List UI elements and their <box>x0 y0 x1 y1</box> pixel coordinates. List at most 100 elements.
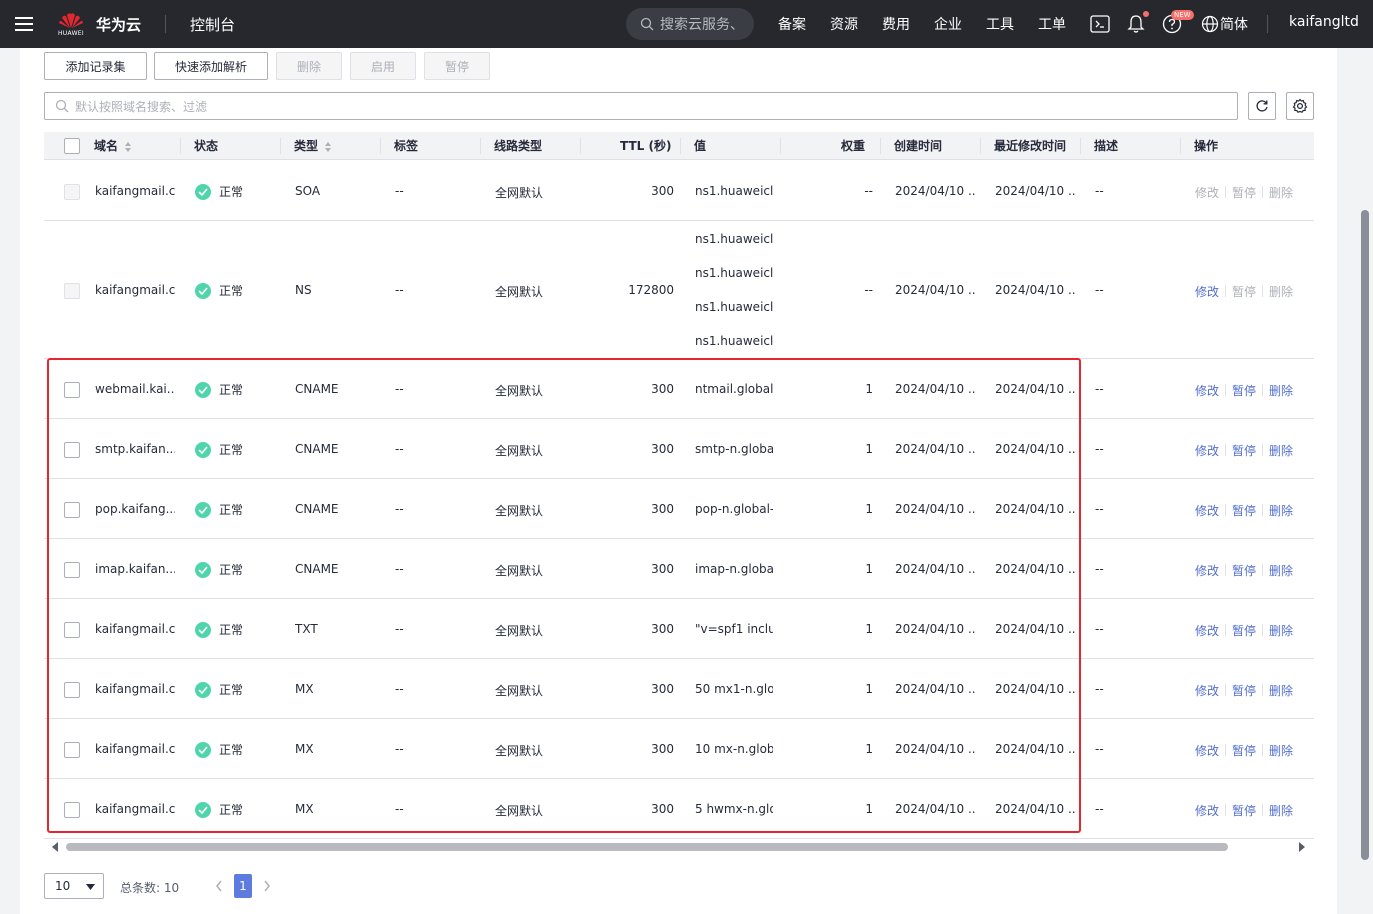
col-line: 线路类型 <box>494 139 543 153</box>
cell-weight: 1 <box>865 382 873 396</box>
cell-status: 正常 <box>219 623 244 637</box>
sort-icon[interactable] <box>124 141 132 153</box>
delete-button[interactable]: 删除 <box>1269 562 1293 579</box>
pause-button[interactable]: 暂停 <box>1232 382 1256 399</box>
delete-button[interactable]: 删除 <box>1269 184 1293 201</box>
cell-value: pop-n.global-m <box>695 502 773 516</box>
nav-tools[interactable]: 工具 <box>986 14 1014 34</box>
user-account[interactable]: kaifangltd <box>1289 14 1359 30</box>
refresh-button[interactable] <box>1248 92 1276 120</box>
pause-button[interactable]: 暂停 <box>1232 682 1256 699</box>
pause-button[interactable]: 暂停 <box>1232 562 1256 579</box>
cell-description: -- <box>1095 802 1104 816</box>
page-size-select[interactable]: 10 <box>44 873 104 899</box>
edit-button[interactable]: 修改 <box>1195 184 1219 201</box>
edit-button[interactable]: 修改 <box>1195 802 1219 819</box>
pause-button[interactable]: 暂停 <box>1232 283 1256 300</box>
nav-tickets[interactable]: 工单 <box>1038 14 1066 34</box>
scroll-left-icon[interactable] <box>51 842 59 852</box>
col-domain[interactable]: 域名 <box>94 132 132 160</box>
nav-resources[interactable]: 资源 <box>830 14 858 34</box>
cell-line: 全网默认 <box>495 804 544 818</box>
cell-type: SOA <box>295 184 321 198</box>
col-weight: 权重 <box>841 139 866 153</box>
cell-tag: -- <box>395 562 404 576</box>
cell-domain: kaifangmail.cn <box>95 184 175 198</box>
delete-button[interactable]: 删除 <box>1269 382 1293 399</box>
delete-button[interactable]: 删除 <box>1269 802 1293 819</box>
row-checkbox[interactable] <box>64 742 80 758</box>
delete-button[interactable]: 删除 <box>1269 622 1293 639</box>
console-link[interactable]: 控制台 <box>190 14 235 35</box>
vertical-scrollbar[interactable] <box>1357 48 1373 914</box>
sort-icon[interactable] <box>324 141 332 153</box>
edit-button[interactable]: 修改 <box>1195 283 1219 300</box>
cell-created: 2024/04/10 ... <box>895 283 975 297</box>
edit-button[interactable]: 修改 <box>1195 682 1219 699</box>
cell-ttl: 300 <box>651 502 674 516</box>
pause-button[interactable]: 暂停 <box>1232 742 1256 759</box>
language-selector[interactable]: 简体 <box>1220 14 1248 34</box>
pause-button[interactable]: 暂停 <box>1232 184 1256 201</box>
pause-button[interactable]: 暂停 <box>1232 442 1256 459</box>
row-checkbox[interactable] <box>64 802 80 818</box>
horizontal-scroll-thumb[interactable] <box>66 843 1228 851</box>
huawei-logo[interactable]: HUAWEI 华为云 <box>56 9 141 39</box>
cell-ttl: 300 <box>651 562 674 576</box>
delete-button[interactable]: 删除 <box>1269 742 1293 759</box>
vertical-scroll-thumb[interactable] <box>1361 210 1369 860</box>
pause-button[interactable]: 暂停 <box>1232 802 1256 819</box>
cell-status: 正常 <box>219 284 244 298</box>
edit-button[interactable]: 修改 <box>1195 562 1219 579</box>
nav-enterprise[interactable]: 企业 <box>934 14 962 34</box>
delete-button[interactable]: 删除 <box>1269 283 1293 300</box>
edit-button[interactable]: 修改 <box>1195 502 1219 519</box>
delete-button[interactable]: 删除 <box>1269 682 1293 699</box>
row-checkbox[interactable] <box>64 562 80 578</box>
hamburger-menu-icon[interactable] <box>0 0 48 48</box>
row-checkbox[interactable] <box>64 502 80 518</box>
edit-button[interactable]: 修改 <box>1195 742 1219 759</box>
quick-add-button[interactable]: 快速添加解析 <box>154 52 268 80</box>
cell-ttl: 300 <box>651 382 674 396</box>
row-checkbox[interactable] <box>64 382 80 398</box>
row-checkbox[interactable] <box>64 283 80 299</box>
row-checkbox[interactable] <box>64 622 80 638</box>
status-ok-icon <box>195 501 211 518</box>
settings-button[interactable] <box>1286 92 1314 120</box>
edit-button[interactable]: 修改 <box>1195 622 1219 639</box>
record-filter-input[interactable]: 默认按照域名搜索、过滤 <box>44 92 1238 120</box>
delete-button[interactable]: 删除 <box>1269 502 1293 519</box>
cell-status: 正常 <box>219 683 244 697</box>
edit-button[interactable]: 修改 <box>1195 382 1219 399</box>
row-checkbox[interactable] <box>64 442 80 458</box>
globe-icon[interactable] <box>1198 12 1222 36</box>
batch-pause-button[interactable]: 暂停 <box>424 52 490 80</box>
cell-description: -- <box>1095 502 1104 516</box>
cell-domain: kaifangmail.cn <box>95 682 175 696</box>
nav-billing[interactable]: 费用 <box>882 14 910 34</box>
prev-page-icon[interactable] <box>215 880 223 892</box>
col-modified: 最近修改时间 <box>994 139 1067 153</box>
select-all-checkbox[interactable] <box>64 138 80 154</box>
nav-beian[interactable]: 备案 <box>778 14 806 34</box>
pause-button[interactable]: 暂停 <box>1232 622 1256 639</box>
row-checkbox[interactable] <box>64 184 80 200</box>
service-search-input[interactable]: 搜索云服务、 <box>626 8 754 40</box>
col-type[interactable]: 类型 <box>294 132 332 160</box>
refresh-icon <box>1256 100 1268 112</box>
next-page-icon[interactable] <box>263 880 271 892</box>
edit-button[interactable]: 修改 <box>1195 442 1219 459</box>
add-recordset-button[interactable]: 添加记录集 <box>44 52 147 80</box>
delete-button[interactable]: 删除 <box>1269 442 1293 459</box>
batch-enable-button[interactable]: 启用 <box>350 52 416 80</box>
pause-button[interactable]: 暂停 <box>1232 502 1256 519</box>
horizontal-scrollbar[interactable] <box>44 840 1314 854</box>
cell-value: ntmail.global-m <box>695 382 773 396</box>
batch-delete-button[interactable]: 删除 <box>276 52 342 80</box>
scroll-right-icon[interactable] <box>1298 842 1306 852</box>
cell-created: 2024/04/10 ... <box>895 622 975 636</box>
page-button-current[interactable]: 1 <box>234 874 252 898</box>
row-checkbox[interactable] <box>64 682 80 698</box>
cloud-shell-icon[interactable] <box>1088 12 1112 36</box>
